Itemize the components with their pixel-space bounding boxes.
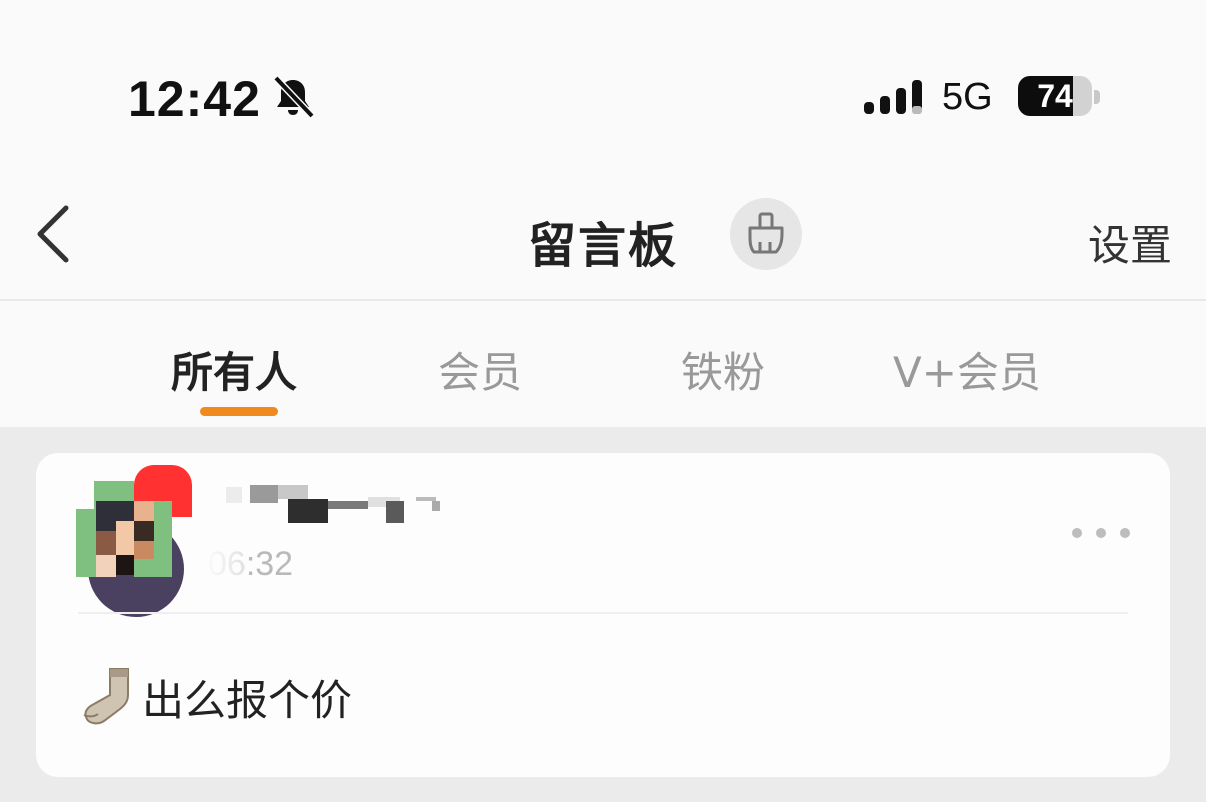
settings-button[interactable]: 设置 xyxy=(1088,212,1172,273)
battery-percent: 74 xyxy=(1037,78,1073,114)
message-card[interactable]: 06:32 出么报个价 xyxy=(36,453,1170,777)
more-options-icon[interactable] xyxy=(1072,525,1132,543)
username-redacted xyxy=(226,485,440,523)
message-text: 出么报个价 xyxy=(142,676,353,725)
nav-bar: 留言板 设置 xyxy=(0,190,1206,300)
tab-indicator xyxy=(200,407,278,416)
time-redacted xyxy=(204,549,244,581)
status-bar: 12:42 5G 74 xyxy=(0,0,1206,190)
network-label: 5G xyxy=(942,76,993,118)
battery-icon: 74 xyxy=(1018,76,1092,116)
avatar[interactable] xyxy=(76,465,194,617)
bell-off-icon xyxy=(273,75,315,119)
battery-cap xyxy=(1094,90,1100,104)
tab-fans[interactable]: 铁粉 xyxy=(681,339,765,400)
card-divider xyxy=(78,612,1128,614)
back-icon[interactable] xyxy=(30,204,78,264)
clean-button[interactable] xyxy=(730,198,802,270)
tab-all[interactable]: 所有人 xyxy=(171,339,297,400)
status-time: 12:42 xyxy=(128,71,261,127)
page-title: 留言板 xyxy=(528,218,679,274)
tab-vplus-members[interactable]: V+会员 xyxy=(893,339,1041,400)
broom-icon xyxy=(748,212,784,254)
tab-members[interactable]: 会员 xyxy=(438,339,522,400)
tab-bar: 所有人 会员 铁粉 V+会员 xyxy=(0,301,1206,427)
sock-icon xyxy=(83,668,129,725)
signal-icon xyxy=(864,80,922,114)
